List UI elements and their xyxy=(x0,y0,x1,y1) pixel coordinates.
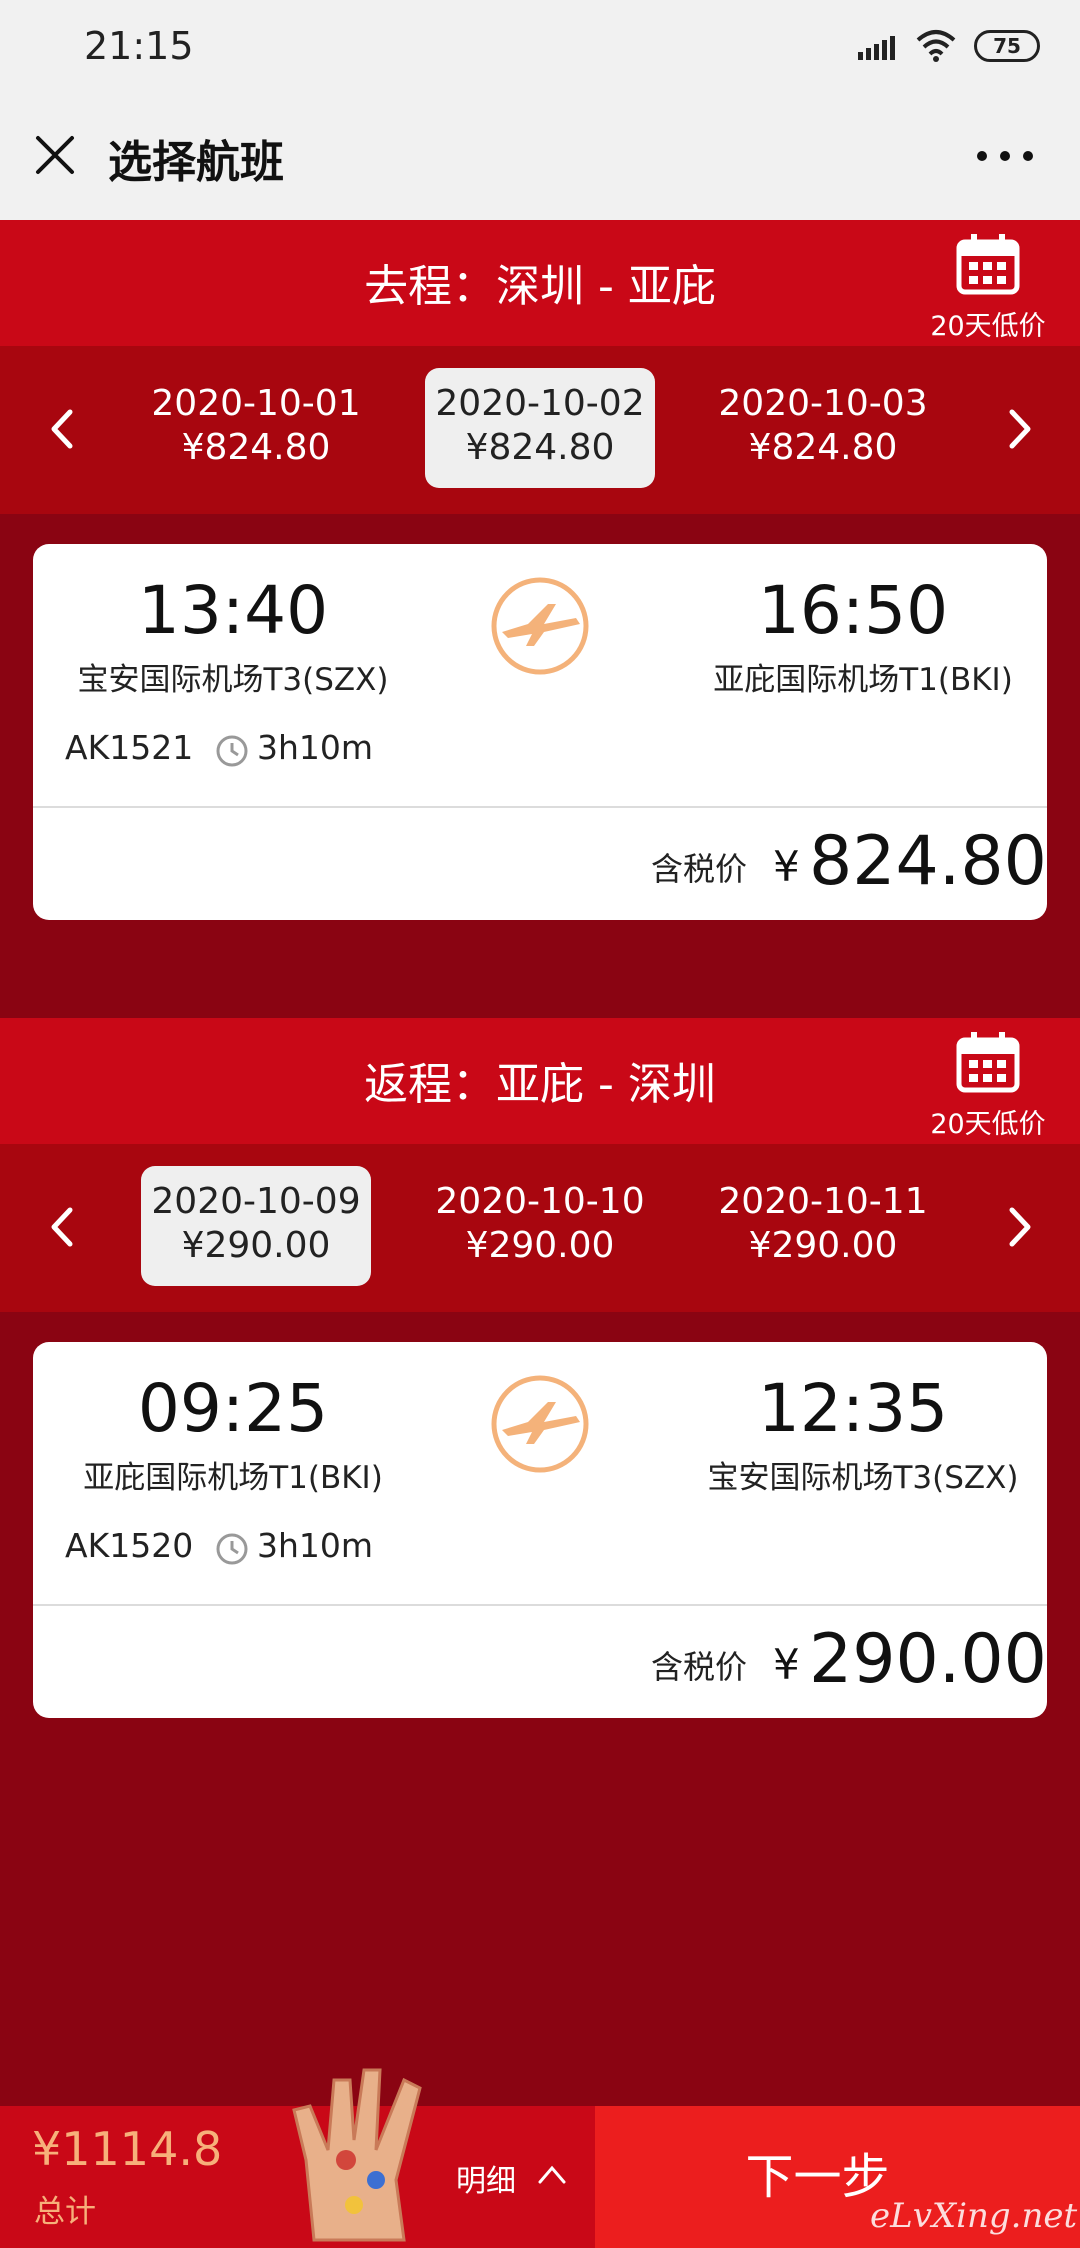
airline-logo-icon xyxy=(491,1375,589,1473)
arrival-time: 16:50 xyxy=(757,572,949,649)
date-price: ¥290.00 xyxy=(748,1225,898,1266)
arrival-time: 12:35 xyxy=(757,1370,949,1447)
date-text: 2020-10-10 xyxy=(435,1181,645,1222)
flight-duration: 3h10m xyxy=(257,1526,374,1565)
date-price: ¥824.80 xyxy=(181,427,331,468)
outbound-route: 去程：深圳 - 亚庇 xyxy=(364,261,716,312)
departure-airport: 宝安国际机场T3(SZX) xyxy=(77,662,389,698)
wifi-icon xyxy=(916,30,956,62)
status-bar: 21:15 75 xyxy=(0,0,1080,100)
date-price: ¥290.00 xyxy=(181,1225,331,1266)
return-date-option[interactable]: 2020-10-10 ¥290.00 xyxy=(425,1166,655,1286)
date-price: ¥824.80 xyxy=(748,427,898,468)
arrival-airport: 亚庇国际机场T1(BKI) xyxy=(713,662,1013,698)
close-icon[interactable] xyxy=(30,130,80,180)
outbound-calendar-button[interactable]: 20天低价 xyxy=(928,232,1048,342)
departure-time: 09:25 xyxy=(137,1370,329,1447)
outbound-header: 去程：深圳 - 亚庇 20天低价 xyxy=(0,220,1080,346)
price-value: 824.80 xyxy=(809,822,1047,901)
return-calendar-button[interactable]: 20天低价 xyxy=(928,1030,1048,1140)
outbound-date-option[interactable]: 2020-10-01 ¥824.80 xyxy=(141,368,371,488)
return-header: 返程：亚庇 - 深圳 20天低价 xyxy=(0,1018,1080,1144)
return-flight-card[interactable]: 09:25 亚庇国际机场T1(BKI) 12:35 宝安国际机场T3(SZX) … xyxy=(33,1342,1047,1718)
return-date-strip: 2020-10-09 ¥290.00 2020-10-10 ¥290.00 20… xyxy=(0,1144,1080,1312)
date-text: 2020-10-02 xyxy=(435,383,645,424)
signal-icon xyxy=(858,36,895,60)
status-time: 21:15 xyxy=(84,24,194,68)
calendar-label: 20天低价 xyxy=(930,1109,1046,1140)
price-label: 含税价 xyxy=(651,850,748,888)
chevron-right-icon[interactable] xyxy=(1000,1202,1040,1252)
flight-number: AK1521 xyxy=(65,728,194,767)
return-route: 返程：亚庇 - 深圳 xyxy=(364,1059,716,1110)
hand-mascot-icon xyxy=(292,2068,422,2242)
price-value: 290.00 xyxy=(809,1620,1047,1699)
return-date-option[interactable]: 2020-10-11 ¥290.00 xyxy=(708,1166,938,1286)
card-divider xyxy=(33,1604,1047,1606)
departure-time: 13:40 xyxy=(137,572,329,649)
total-amount: ¥1114.8 xyxy=(32,2122,223,2176)
outbound-date-option[interactable]: 2020-10-03 ¥824.80 xyxy=(708,368,938,488)
airline-logo-icon xyxy=(491,577,589,675)
clock-icon xyxy=(216,1533,248,1565)
calendar-label: 20天低价 xyxy=(930,311,1046,342)
outbound-flight-card[interactable]: 13:40 宝安国际机场T3(SZX) 16:50 亚庇国际机场T1(BKI) … xyxy=(33,544,1047,920)
calendar-icon xyxy=(956,1032,1020,1093)
price-label: 含税价 xyxy=(651,1648,748,1686)
outbound-date-strip: 2020-10-01 ¥824.80 2020-10-02 ¥824.80 20… xyxy=(0,346,1080,514)
price-currency: ¥ xyxy=(773,1640,800,1689)
calendar-icon xyxy=(956,234,1020,295)
clock-icon xyxy=(216,735,248,767)
nav-bar: 选择航班 xyxy=(0,100,1080,220)
chevron-left-icon[interactable] xyxy=(42,1202,82,1252)
date-price: ¥824.80 xyxy=(465,427,615,468)
date-text: 2020-10-11 xyxy=(718,1181,928,1222)
battery-indicator: 75 xyxy=(974,30,1040,62)
flight-number: AK1520 xyxy=(65,1526,194,1565)
date-price: ¥290.00 xyxy=(465,1225,615,1266)
departure-airport: 亚庇国际机场T1(BKI) xyxy=(83,1460,383,1496)
price-currency: ¥ xyxy=(773,842,800,891)
date-text: 2020-10-01 xyxy=(151,383,361,424)
more-icon[interactable] xyxy=(970,136,1040,176)
detail-toggle[interactable]: 明细 xyxy=(456,2156,516,2200)
total-label: 总计 xyxy=(34,2194,96,2230)
outbound-date-option-selected[interactable]: 2020-10-02 ¥824.80 xyxy=(425,368,655,488)
return-date-option-selected[interactable]: 2020-10-09 ¥290.00 xyxy=(141,1166,371,1286)
date-text: 2020-10-09 xyxy=(151,1181,361,1222)
chevron-left-icon[interactable] xyxy=(42,404,82,454)
chevron-right-icon[interactable] xyxy=(1000,404,1040,454)
chevron-up-icon[interactable] xyxy=(536,2162,568,2186)
page-title: 选择航班 xyxy=(108,137,284,188)
watermark-text: eLvXing.net xyxy=(870,2196,1078,2236)
date-text: 2020-10-03 xyxy=(718,383,928,424)
card-divider xyxy=(33,806,1047,808)
flight-duration: 3h10m xyxy=(257,728,374,767)
arrival-airport: 宝安国际机场T3(SZX) xyxy=(707,1460,1019,1496)
